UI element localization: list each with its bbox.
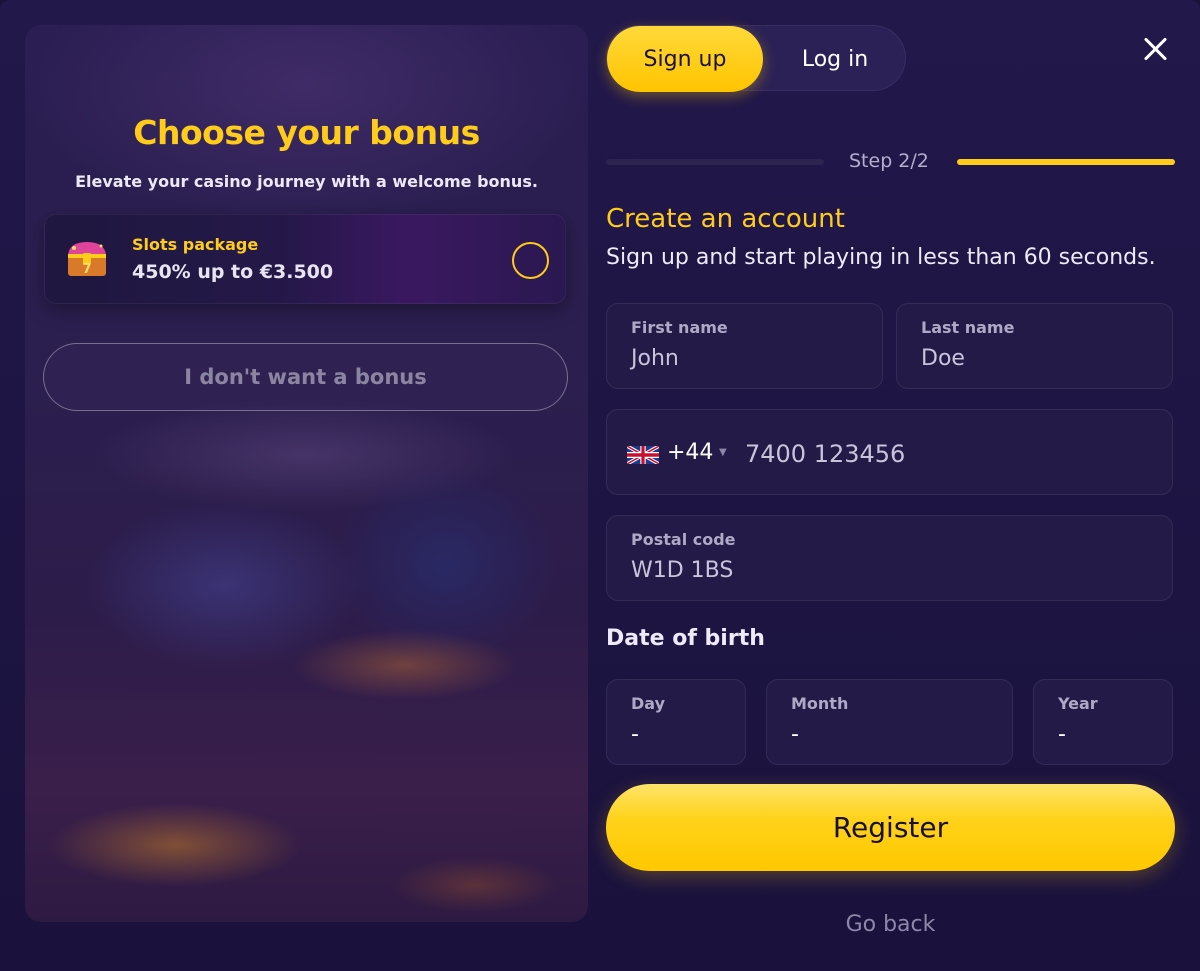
tab-log-in[interactable]: Log in <box>763 26 907 92</box>
bonus-name: Slots package <box>132 235 259 254</box>
postal-code-label: Postal code <box>631 530 736 549</box>
month-select[interactable]: Month - <box>766 679 1013 765</box>
bonus-panel-title: Choose your bonus <box>133 113 480 152</box>
date-of-birth-title: Date of birth <box>606 626 765 651</box>
phone-placeholder: 7400 123456 <box>745 440 906 468</box>
bonus-panel-subtitle: Elevate your casino journey with a welco… <box>75 172 538 191</box>
register-button[interactable]: Register <box>606 784 1175 871</box>
bonus-amount: 450% up to €3.500 <box>132 261 334 283</box>
day-label: Day <box>631 694 666 713</box>
auth-tabs: Sign up Log in <box>606 25 907 92</box>
form-title: Create an account <box>606 204 845 234</box>
last-name-field[interactable]: Last name Doe <box>896 303 1173 389</box>
caret-down-icon[interactable]: ▼ <box>719 447 727 458</box>
phone-field[interactable]: +44 ▼ 7400 123456 <box>606 409 1173 495</box>
country-code[interactable]: +44 <box>667 440 713 465</box>
step-progress-bar-2 <box>957 159 1175 165</box>
treasure-chest-icon: 7 <box>68 242 106 277</box>
svg-text:7: 7 <box>82 262 91 277</box>
postal-code-placeholder: W1D 1BS <box>631 558 734 583</box>
bonus-option-slots-package[interactable]: 7 Slots package 450% up to €3.500 <box>44 214 566 304</box>
go-back-link[interactable]: Go back <box>606 912 1175 937</box>
step-progress-bar-1 <box>606 159 824 165</box>
form-subtitle: Sign up and start playing in less than 6… <box>606 245 1156 270</box>
close-icon[interactable] <box>1140 33 1172 65</box>
last-name-placeholder: Doe <box>921 346 965 371</box>
month-label: Month <box>791 694 849 713</box>
no-bonus-button[interactable]: I don't want a bonus <box>43 343 568 411</box>
year-label: Year <box>1058 694 1098 713</box>
postal-code-field[interactable]: Postal code W1D 1BS <box>606 515 1173 601</box>
first-name-label: First name <box>631 318 728 337</box>
bonus-radio[interactable] <box>512 242 549 279</box>
tab-sign-up[interactable]: Sign up <box>607 26 763 92</box>
bonus-panel: Choose your bonus Elevate your casino jo… <box>25 25 588 922</box>
year-select[interactable]: Year - <box>1033 679 1173 765</box>
day-select[interactable]: Day - <box>606 679 746 765</box>
first-name-placeholder: John <box>631 346 679 371</box>
last-name-label: Last name <box>921 318 1015 337</box>
year-value: - <box>1058 722 1066 747</box>
day-value: - <box>631 722 639 747</box>
step-label: Step 2/2 <box>849 150 929 172</box>
uk-flag-icon[interactable] <box>627 446 659 464</box>
first-name-field[interactable]: First name John <box>606 303 883 389</box>
month-value: - <box>791 722 799 747</box>
signup-modal: Choose your bonus Elevate your casino jo… <box>0 0 1200 971</box>
